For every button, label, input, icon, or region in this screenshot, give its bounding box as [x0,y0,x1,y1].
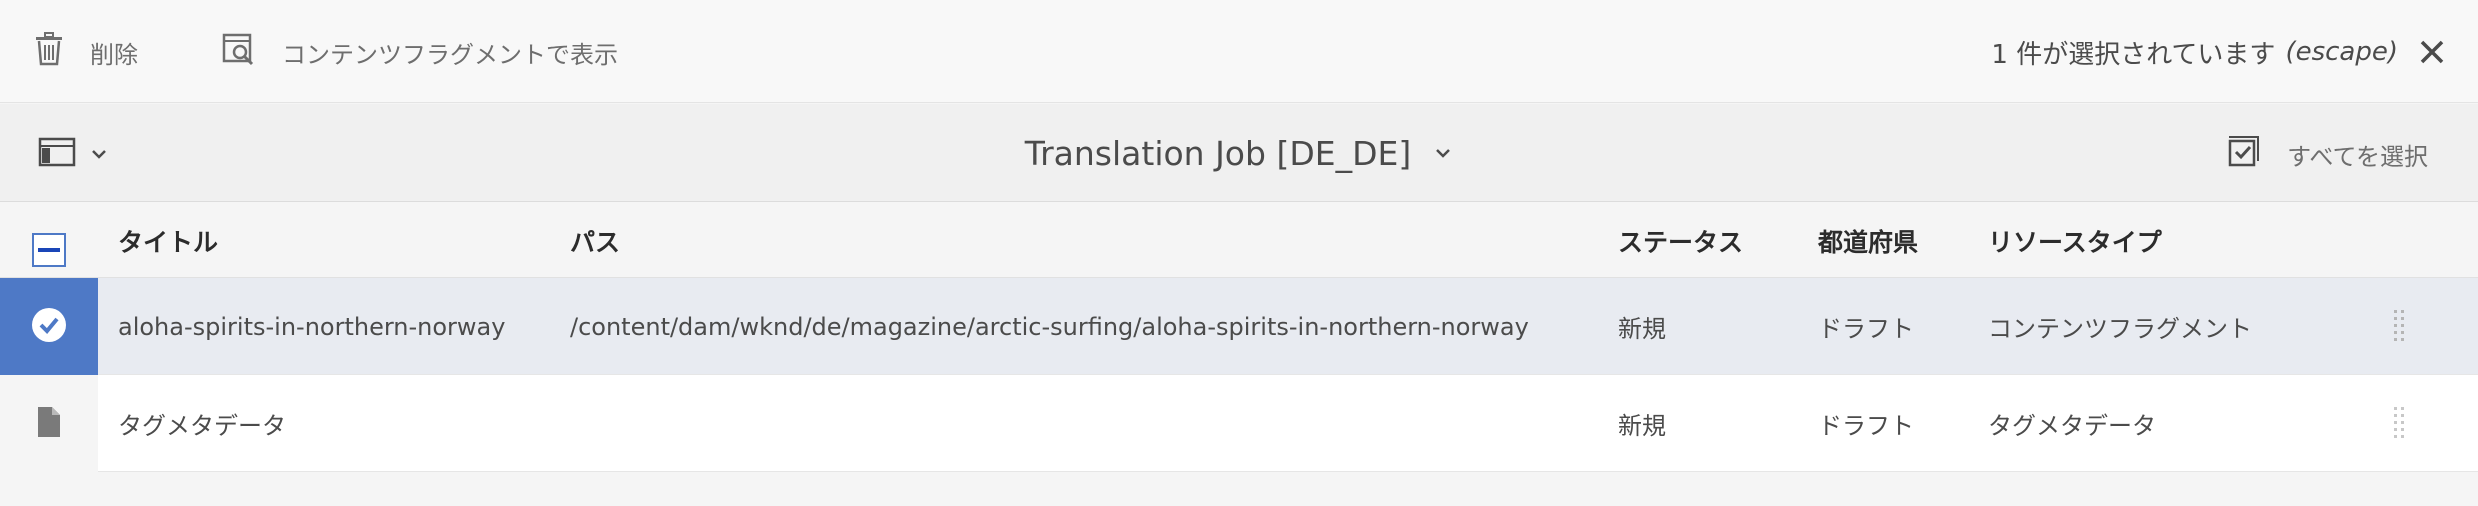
table-empty-area [0,475,2478,506]
checkmark-circle-icon [30,306,68,348]
page-title: Translation Job [DE_DE] [1024,133,1412,173]
chevron-down-icon [1433,143,1453,163]
page-title-dropdown[interactable]: Translation Job [DE_DE] [0,130,2478,176]
view-as-fragment-button[interactable]: コンテンツフラグメントで表示 [222,30,618,74]
action-bar: 削除 コンテンツフラグメントで表示 1 件が選択されています (escape) [0,0,2478,103]
select-all-button[interactable]: すべてを選択 [2227,134,2428,174]
cell-title[interactable]: タグメタデータ [118,375,286,472]
escape-hint: (escape) [2285,37,2398,67]
title-bar: Translation Job [DE_DE] すべてを選択 [0,104,2478,202]
view-as-fragment-label: コンテンツフラグメントで表示 [282,40,618,69]
column-header-prefecture[interactable]: 都道府県 [1818,203,1918,278]
row-select-checkbox[interactable] [0,375,98,472]
table-row[interactable]: タグメタデータ 新規 ドラフト タグメタデータ [0,375,2478,472]
select-all-label: すべてを選択 [2287,142,2428,171]
close-icon [2416,40,2448,72]
delete-button[interactable]: 削除 [34,30,138,74]
close-selection-button[interactable] [2416,36,2448,68]
cell-path: /content/dam/wknd/de/magazine/arctic-sur… [570,312,1529,341]
table-header: タイトル パス ステータス 都道府県 リソースタイプ [0,203,2478,278]
file-icon [36,406,62,442]
view-fragment-icon [222,32,256,72]
cell-status: 新規 [1618,315,1666,343]
column-header-status[interactable]: ステータス [1618,203,1743,278]
drag-handle-icon[interactable] [2392,405,2406,439]
column-header-resource-type[interactable]: リソースタイプ [1988,203,2162,278]
content-table: タイトル パス ステータス 都道府県 リソースタイプ aloha-spirits… [0,203,2478,472]
selection-status: 1 件が選択されています (escape) [1991,30,2398,74]
column-header-title[interactable]: タイトル [118,203,218,278]
cell-resource-type: コンテンツフラグメント [1988,315,2252,343]
trash-icon [34,32,64,72]
cell-prefecture: ドラフト [1818,412,1914,440]
cell-title[interactable]: aloha-spirits-in-northern-norway [118,278,505,375]
table-row[interactable]: aloha-spirits-in-northern-norway /conten… [0,278,2478,375]
cell-status: 新規 [1618,412,1666,440]
column-header-path[interactable]: パス [570,203,620,278]
cell-resource-type: タグメタデータ [1988,412,2156,440]
selection-count-text: 1 件が選択されています [1991,39,2276,70]
cell-prefecture: ドラフト [1818,315,1914,343]
delete-label: 削除 [90,40,138,69]
checkbox-indeterminate-icon [32,232,66,271]
row-select-checkbox[interactable] [0,278,98,375]
drag-handle-icon[interactable] [2392,308,2406,342]
select-all-icon [2227,134,2261,174]
